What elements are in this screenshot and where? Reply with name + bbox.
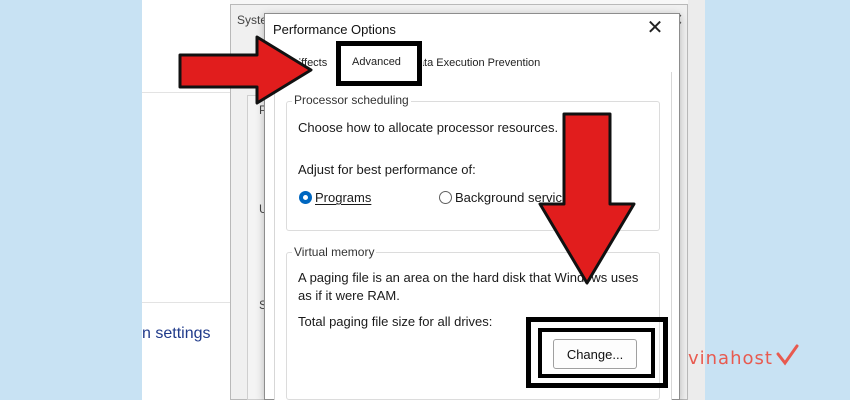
right-arrow-icon bbox=[178, 35, 313, 105]
vinahost-logo-text: vinahost bbox=[688, 348, 773, 369]
tab-advanced-label[interactable]: Advanced bbox=[352, 56, 401, 68]
checkmark-logo-icon bbox=[776, 344, 799, 366]
vinahost-logo: vinahost bbox=[688, 343, 799, 369]
annotation-arrows bbox=[178, 35, 636, 285]
down-arrow-icon bbox=[538, 112, 636, 285]
